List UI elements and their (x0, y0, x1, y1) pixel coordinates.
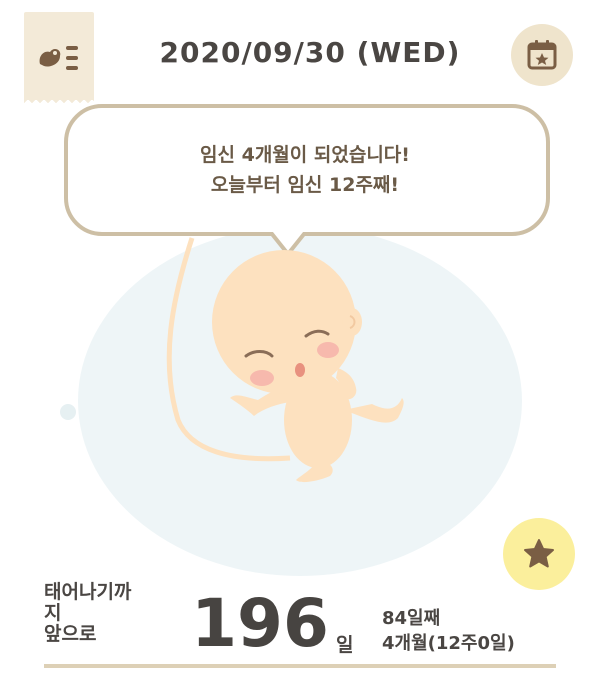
until-label-line-3: 앞으로 (44, 623, 97, 645)
until-label-line-1: 태어나기까 (44, 581, 132, 603)
until-birth-label: 태어나기까 지 앞으로 (44, 582, 156, 645)
star-icon (524, 539, 554, 568)
pregnancy-progress-info: 84일째 4개월(12주0일) (382, 606, 515, 656)
until-label-line-2: 지 (44, 602, 62, 624)
bottom-divider (44, 664, 556, 668)
month-week: 4개월(12주0일) (382, 633, 515, 654)
favorite-star-button[interactable] (503, 518, 575, 590)
days-left-count: 196 (191, 585, 329, 662)
days-unit: 일 (336, 634, 354, 656)
day-count: 84일째 (382, 608, 441, 629)
